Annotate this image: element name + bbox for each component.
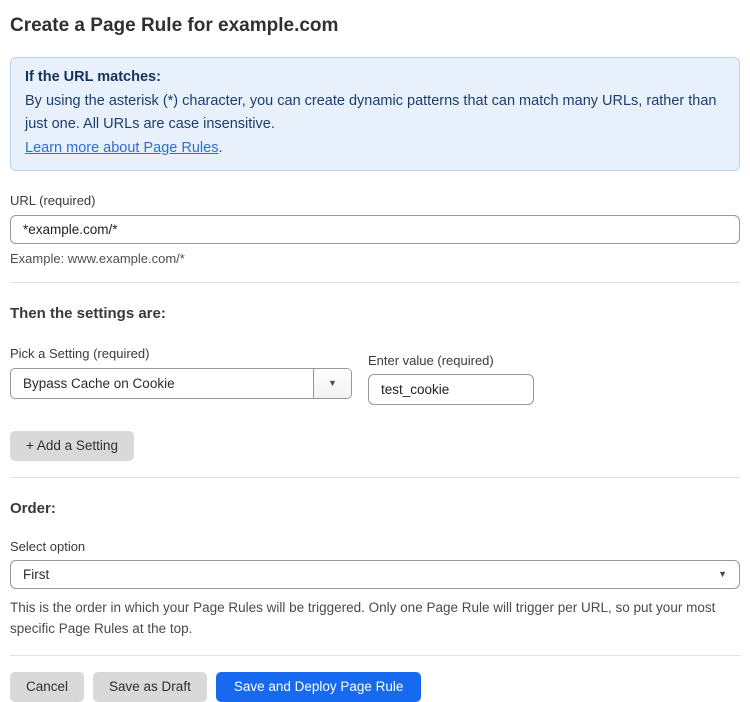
settings-section-heading: Then the settings are: (10, 305, 740, 322)
info-box-heading: If the URL matches: (25, 66, 725, 90)
learn-more-link[interactable]: Learn more about Page Rules (25, 140, 218, 156)
setting-select-value: Bypass Cache on Cookie (11, 376, 313, 391)
order-select-value: First (11, 567, 718, 582)
section-divider (10, 477, 740, 478)
url-input[interactable] (10, 215, 740, 244)
save-and-deploy-button[interactable]: Save and Deploy Page Rule (216, 672, 422, 702)
setting-row: Pick a Setting (required) Bypass Cache o… (10, 346, 740, 405)
setting-value-input[interactable] (368, 374, 534, 405)
order-select-label: Select option (10, 539, 740, 554)
order-helper-text: This is the order in which your Page Rul… (10, 597, 730, 639)
info-box-link-row: Learn more about Page Rules. (25, 137, 725, 161)
link-suffix: . (218, 140, 222, 156)
create-page-rule-form: Create a Page Rule for example.com If th… (0, 0, 750, 702)
url-example-helper: Example: www.example.com/* (10, 251, 740, 266)
order-select[interactable]: First ▼ (10, 560, 740, 589)
section-divider (10, 282, 740, 283)
chevron-down-icon: ▼ (328, 379, 337, 388)
footer-actions: Cancel Save as Draft Save and Deploy Pag… (10, 672, 740, 702)
setting-select[interactable]: Bypass Cache on Cookie ▼ (10, 368, 352, 399)
url-match-info-box: If the URL matches: By using the asteris… (10, 57, 740, 171)
footer-divider (10, 655, 740, 656)
page-title: Create a Page Rule for example.com (10, 14, 740, 37)
save-as-draft-button[interactable]: Save as Draft (93, 672, 207, 702)
cancel-button[interactable]: Cancel (10, 672, 84, 702)
chevron-down-icon: ▼ (718, 570, 739, 579)
add-setting-button[interactable]: + Add a Setting (10, 431, 134, 461)
url-field-label: URL (required) (10, 193, 740, 208)
setting-value-column: Enter value (required) (368, 346, 534, 405)
setting-value-label: Enter value (required) (368, 353, 534, 368)
info-box-body: By using the asterisk (*) character, you… (25, 90, 725, 137)
setting-picker-label: Pick a Setting (required) (10, 346, 352, 361)
order-section-heading: Order: (10, 500, 740, 517)
setting-select-arrow-button[interactable]: ▼ (313, 369, 351, 398)
setting-picker-column: Pick a Setting (required) Bypass Cache o… (10, 346, 352, 405)
